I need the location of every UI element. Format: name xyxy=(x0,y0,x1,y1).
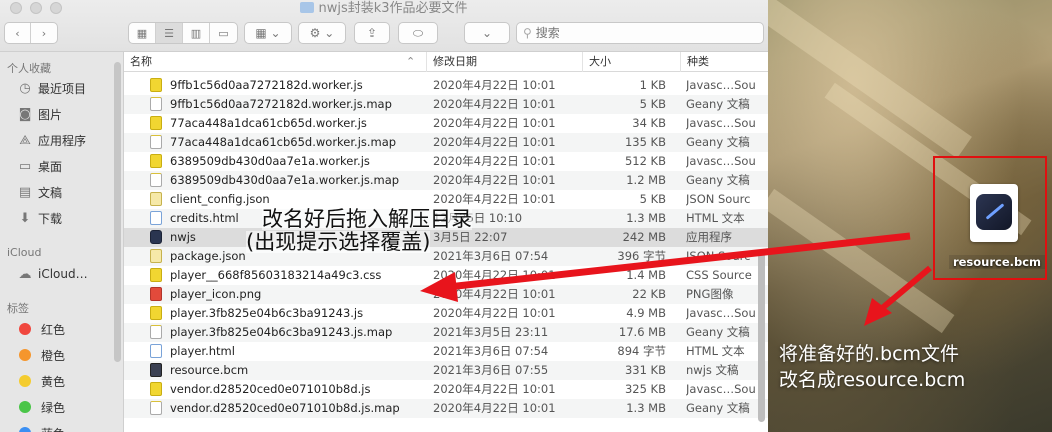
rename-arrow-line xyxy=(878,265,932,313)
annotation-arrows xyxy=(420,232,932,326)
drag-arrow-line xyxy=(447,232,911,291)
drag-arrow-head xyxy=(420,272,458,302)
